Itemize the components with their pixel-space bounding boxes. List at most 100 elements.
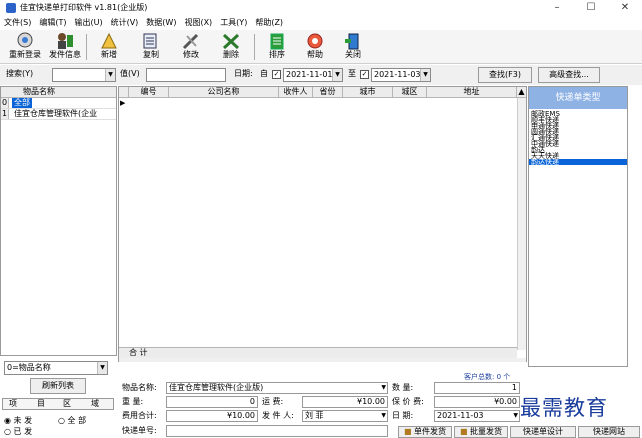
help-label: 帮助: [307, 50, 323, 59]
chevron-down-icon: ▼: [381, 384, 386, 391]
col-province[interactable]: 省份: [313, 87, 343, 98]
relogin-button[interactable]: 重新登录: [6, 32, 44, 62]
col-recipient[interactable]: 收件人: [279, 87, 313, 98]
date-to-picker[interactable]: 2021-11-03 ▼: [371, 68, 431, 82]
close-app-button[interactable]: 关闭: [334, 32, 372, 62]
date-from-checkbox[interactable]: ✓: [272, 70, 281, 79]
tracking-input[interactable]: [166, 425, 388, 437]
value-input[interactable]: [146, 68, 226, 82]
add-button[interactable]: 新增: [90, 32, 128, 62]
radio-selected-icon: ◉: [4, 416, 11, 425]
menu-stats[interactable]: 统计(V): [107, 16, 143, 30]
advanced-find-button[interactable]: 高级查找...: [538, 67, 600, 83]
scroll-up-icon[interactable]: ▲: [517, 87, 526, 98]
col-city[interactable]: 城市: [343, 87, 393, 98]
row-index: 0: [1, 98, 9, 108]
option-unsent[interactable]: ◉ 未 发: [4, 415, 32, 426]
sort-icon: [270, 33, 284, 50]
edit-button[interactable]: 修改: [172, 32, 210, 62]
list-field-select[interactable]: 0=物品名称 ▼: [4, 361, 108, 375]
sort-button[interactable]: 排序: [258, 32, 296, 62]
courier-type-item-selected[interactable]: 韵达快递: [529, 159, 627, 166]
option-all[interactable]: ○ 全 部: [58, 415, 86, 426]
list-item[interactable]: 1 佳宜仓库管理软件(企业: [1, 109, 116, 120]
copy-icon: [143, 33, 157, 49]
option-label: 已 发: [13, 427, 33, 436]
close-window-button[interactable]: ✕: [608, 0, 642, 16]
customer-count: 客户总数: 0 个: [464, 373, 511, 381]
menu-data[interactable]: 数据(W): [142, 16, 180, 30]
horizontal-scrollbar[interactable]: [119, 358, 526, 362]
col-id[interactable]: 编号: [129, 87, 169, 98]
single-ship-label: 单件发货: [414, 427, 447, 436]
delete-icon: [222, 33, 240, 50]
col-company[interactable]: 公司名称: [169, 87, 279, 98]
relogin-icon: [17, 32, 33, 48]
keyword-field-select[interactable]: ▼: [52, 68, 116, 82]
tracking-label: 快递单号:: [122, 426, 157, 435]
col-address[interactable]: 地址: [427, 87, 517, 98]
qty-input[interactable]: 1: [434, 382, 520, 394]
relogin-label: 重新登录: [9, 50, 41, 59]
weight-input[interactable]: 0: [166, 396, 258, 408]
menu-bar: 文件(S) 编辑(T) 输出(U) 统计(V) 数据(W) 视图(X) 工具(Y) 帮助(Z): [0, 16, 642, 30]
maximize-button[interactable]: ☐: [574, 0, 608, 16]
app-icon: [6, 3, 16, 13]
batch-ship-label: 批量发货: [470, 427, 503, 436]
menu-file[interactable]: 文件(S): [0, 16, 35, 30]
tab-item[interactable]: 域: [91, 399, 99, 409]
sender-info-button[interactable]: 发件信息: [46, 32, 84, 62]
option-label: 全 部: [67, 416, 87, 425]
chevron-down-icon: ▼: [105, 69, 115, 81]
batch-ship-button[interactable]: ■ 批量发货: [454, 426, 508, 438]
item-value: 佳宜仓库管理软件(企业版): [169, 383, 264, 392]
copy-button[interactable]: 复制: [132, 32, 170, 62]
date-to-value: 2021-11-03: [374, 70, 421, 79]
sender-select[interactable]: 刘 菲 ▼: [302, 410, 388, 422]
menu-view[interactable]: 视图(X): [180, 16, 216, 30]
item-name-header: 物品名称: [23, 87, 55, 96]
tab-item[interactable]: 区: [63, 399, 71, 409]
region-tabs: 项 目 区 域: [2, 398, 114, 410]
item-select[interactable]: 佳宜仓库管理软件(企业版) ▼: [166, 382, 388, 394]
date-label: 日期:: [234, 69, 253, 78]
menu-edit[interactable]: 编辑(T): [35, 16, 70, 30]
minimize-button[interactable]: –: [540, 0, 574, 16]
insure-label: 保 价 费:: [392, 397, 424, 406]
date-to-checkbox[interactable]: ✓: [360, 70, 369, 79]
ship-date-picker[interactable]: 2021-11-03 ▼: [434, 410, 520, 422]
keyword-label: 搜索(Y): [6, 69, 34, 78]
vertical-scrollbar[interactable]: [517, 98, 526, 350]
radio-icon: ○: [4, 427, 11, 436]
courier-site-button[interactable]: 快递网站: [578, 426, 640, 438]
insure-input[interactable]: ¥0.00: [434, 396, 520, 408]
help-button[interactable]: 帮助: [296, 32, 334, 62]
ship-date-value: 2021-11-03: [437, 411, 484, 420]
list-field-value: 0=物品名称: [7, 363, 51, 372]
find-button[interactable]: 查找(F3): [478, 67, 532, 83]
delete-button[interactable]: 删除: [212, 32, 250, 62]
weight-label: 重 量:: [122, 397, 144, 406]
close-app-label: 关闭: [345, 50, 361, 59]
action-buttons: ■ 单件发货 ■ 批量发货 快递单设计 快递网站: [398, 426, 642, 438]
date-from-picker[interactable]: 2021-11-01 ▼: [283, 68, 343, 82]
courier-type-header: 快递单类型: [529, 87, 627, 109]
freight-input[interactable]: ¥10.00: [302, 396, 388, 408]
option-sent[interactable]: ○ 已 发: [4, 426, 32, 437]
item-list-header: 物品名称: [1, 87, 116, 98]
sender-label: 发件信息: [49, 50, 81, 59]
chevron-down-icon: ▼: [332, 69, 342, 81]
list-item[interactable]: 0 全部: [1, 98, 116, 109]
menu-help[interactable]: 帮助(Z): [251, 16, 287, 30]
tab-item[interactable]: 项: [9, 399, 17, 409]
search-bar: 搜索(Y) ▼ 值(V) 日期: 自 ✓ 2021-11-01 ▼ 至 ✓ 202…: [0, 65, 642, 85]
tab-item[interactable]: 目: [37, 399, 45, 409]
row-index: 1: [1, 109, 9, 119]
menu-output[interactable]: 输出(U): [70, 16, 106, 30]
refresh-list-button[interactable]: 刷新列表: [30, 378, 86, 394]
single-ship-button[interactable]: ■ 单件发货: [398, 426, 452, 438]
item-list: 物品名称 0 全部 1 佳宜仓库管理软件(企业: [0, 86, 117, 356]
col-district[interactable]: 城区: [393, 87, 427, 98]
courier-design-button[interactable]: 快递单设计: [510, 426, 576, 438]
menu-tools[interactable]: 工具(Y): [216, 16, 251, 30]
